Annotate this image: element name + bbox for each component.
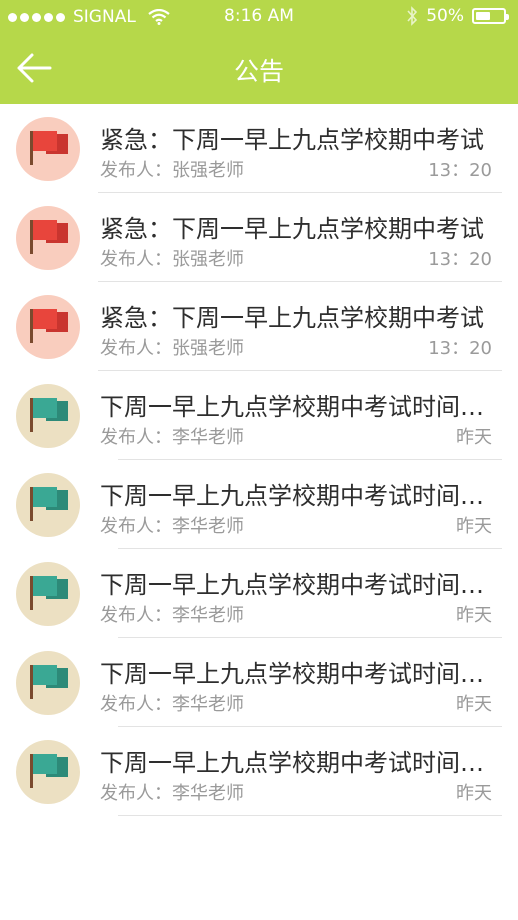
red-flag-icon bbox=[16, 295, 80, 359]
announcement-item[interactable]: 下周一早上九点学校期中考试时间安排发布人：李华老师 昨天 bbox=[0, 549, 518, 638]
announcement-time: 昨天 bbox=[456, 605, 492, 626]
app-header: SIGNAL 8:16 AM 50% 公告 bbox=[0, 0, 518, 104]
announcement-title: 下周一早上九点学校期中考试时间安排 bbox=[100, 393, 495, 421]
announcement-time: 13：20 bbox=[428, 249, 492, 270]
announcement-list: 紧急：下周一早上九点学校期中考试 发布人：张强老师 13：20 紧急：下周一早上九点学… bbox=[0, 104, 518, 816]
announcement-time: 13：20 bbox=[428, 160, 492, 181]
announcement-publisher: 发布人：张强老师 bbox=[100, 249, 244, 270]
announcement-item[interactable]: 紧急：下周一早上九点学校期中考试发布人：张强老师 13：20 bbox=[0, 104, 518, 193]
teal-flag-icon bbox=[16, 562, 80, 626]
battery-icon bbox=[472, 8, 509, 24]
page-title: 公告 bbox=[233, 57, 284, 86]
announcement-item[interactable]: 紧急：下周一早上九点学校期中考试发布人：张强老师 13：20 bbox=[0, 193, 518, 282]
announcement-time: 昨天 bbox=[456, 427, 492, 448]
bluetooth-icon bbox=[407, 6, 418, 26]
status-right: 50% bbox=[406, 6, 509, 26]
announcement-title: 紧急：下周一早上九点学校期中考试 bbox=[100, 215, 484, 243]
announcement-item[interactable]: 下周一早上九点学校期中考试时间安排发布人：李华老师 昨天 bbox=[0, 460, 518, 549]
announcement-publisher: 发布人：张强老师 bbox=[100, 338, 244, 359]
announcement-publisher: 发布人：李华老师 bbox=[100, 605, 244, 626]
announcement-publisher: 发布人：李华老师 bbox=[100, 427, 244, 448]
announcement-publisher: 发布人：李华老师 bbox=[100, 516, 244, 537]
teal-flag-icon bbox=[16, 740, 80, 804]
announcement-title: 下周一早上九点学校期中考试时间安排 bbox=[100, 660, 495, 688]
announcement-time: 13：20 bbox=[428, 338, 492, 359]
teal-flag-icon bbox=[16, 473, 80, 537]
nav-bar: 公告 bbox=[0, 34, 518, 104]
announcement-publisher: 发布人：李华老师 bbox=[100, 694, 244, 715]
divider bbox=[118, 815, 502, 816]
announcement-title: 紧急：下周一早上九点学校期中考试 bbox=[100, 126, 484, 154]
teal-flag-icon bbox=[16, 651, 80, 715]
announcement-publisher: 发布人：李华老师 bbox=[100, 783, 244, 804]
announcement-title: 下周一早上九点学校期中考试时间安排 bbox=[100, 482, 495, 510]
announcement-item[interactable]: 下周一早上九点学校期中考试时间安排发布人：李华老师 昨天 bbox=[0, 371, 518, 460]
battery-percent: 50% bbox=[426, 6, 464, 26]
announcement-item[interactable]: 下周一早上九点学校期中考试时间安排发布人：李华老师 昨天 bbox=[0, 638, 518, 727]
red-flag-icon bbox=[16, 206, 80, 270]
announcement-item[interactable]: 紧急：下周一早上九点学校期中考试发布人：张强老师 13：20 bbox=[0, 282, 518, 371]
announcement-time: 昨天 bbox=[456, 783, 492, 804]
announcement-publisher: 发布人：张强老师 bbox=[100, 160, 244, 181]
red-flag-icon bbox=[16, 117, 80, 181]
announcement-time: 昨天 bbox=[456, 694, 492, 715]
announcement-title: 下周一早上九点学校期中考试时间安排 bbox=[100, 749, 495, 777]
announcement-time: 昨天 bbox=[456, 516, 492, 537]
announcement-item[interactable]: 下周一早上九点学校期中考试时间安排发布人：李华老师 昨天 bbox=[0, 727, 518, 816]
announcement-title: 紧急：下周一早上九点学校期中考试 bbox=[100, 304, 484, 332]
teal-flag-icon bbox=[16, 384, 80, 448]
announcement-title: 下周一早上九点学校期中考试时间安排 bbox=[100, 571, 495, 599]
status-bar: SIGNAL 8:16 AM 50% bbox=[0, 0, 518, 34]
